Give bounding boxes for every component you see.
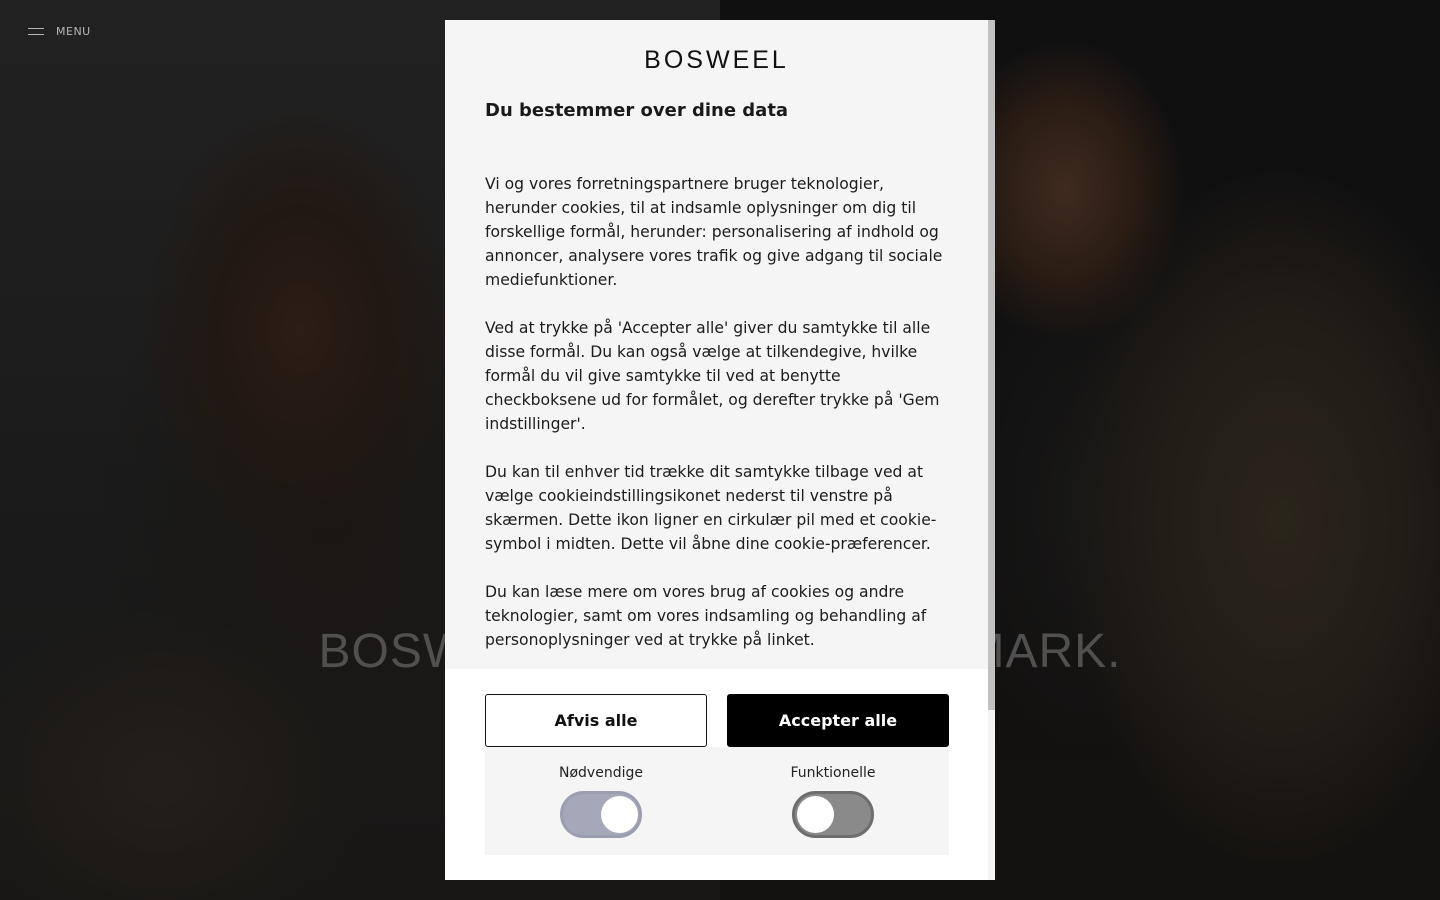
functional-toggle[interactable] xyxy=(792,791,874,838)
consent-paragraph: Du kan til enhver tid trække dit samtykk… xyxy=(485,463,937,553)
consent-paragraph: Ved at trykke på 'Accepter alle' giver d… xyxy=(485,319,940,433)
category-label: Nødvendige xyxy=(559,765,643,781)
toggle-knob xyxy=(797,796,834,833)
accept-all-button[interactable]: Accepter alle xyxy=(727,694,949,747)
brand-logo: BOSWEEL xyxy=(644,46,789,74)
reject-all-button[interactable]: Afvis alle xyxy=(485,694,707,747)
dialog-heading: Du bestemmer over dine data xyxy=(485,100,789,121)
cookie-consent-dialog: BOSWEEL Du bestemmer over dine data Vi o… xyxy=(445,20,995,880)
dialog-scrollbar[interactable] xyxy=(988,20,995,880)
menu-button[interactable]: MENU xyxy=(28,25,91,38)
necessary-toggle[interactable] xyxy=(560,791,642,838)
dialog-body[interactable]: Vi og vores forretningspartnere bruger t… xyxy=(485,172,953,669)
category-label: Funktionelle xyxy=(790,765,876,781)
category-functional: Funktionelle xyxy=(763,765,903,838)
hamburger-icon xyxy=(28,28,44,35)
scrollbar-thumb[interactable] xyxy=(988,20,995,710)
toggle-knob xyxy=(601,796,638,833)
consent-paragraph: Vi og vores forretningspartnere bruger t… xyxy=(485,175,943,289)
menu-label: MENU xyxy=(56,25,91,38)
category-necessary: Nødvendige xyxy=(531,765,671,838)
dialog-actions: Afvis alle Accepter alle Nødvendige Funk… xyxy=(445,669,988,880)
consent-categories: Nødvendige Funktionelle xyxy=(485,747,949,855)
consent-paragraph: Du kan læse mere om vores brug af cookie… xyxy=(485,583,927,649)
